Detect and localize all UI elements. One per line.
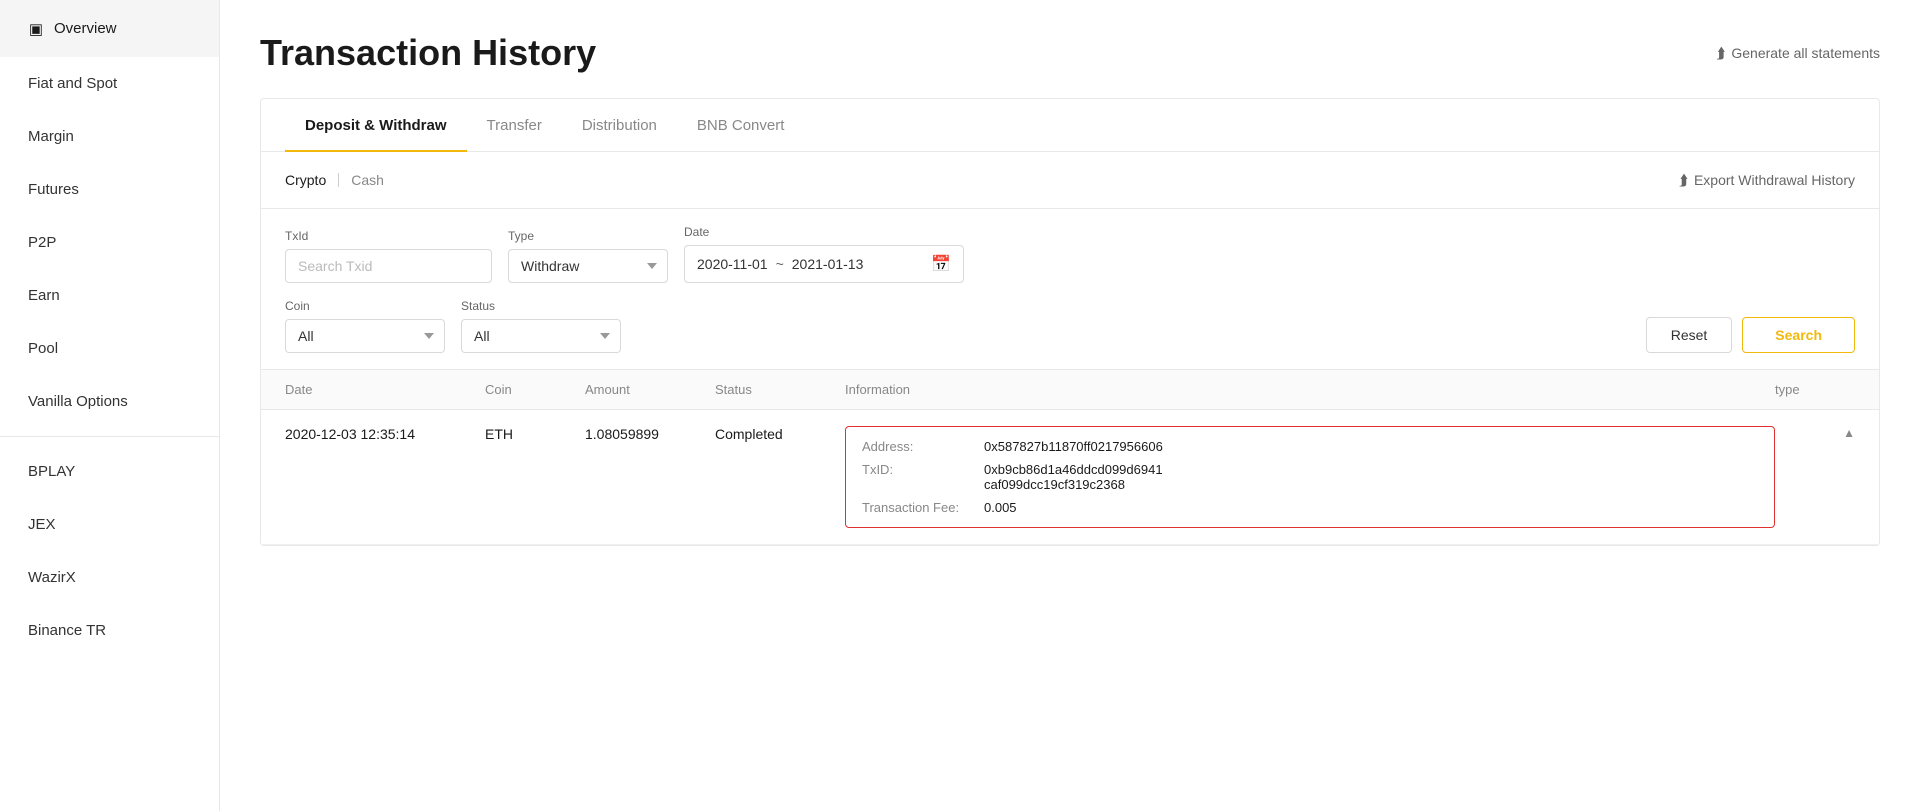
fee-value: 0.005 bbox=[984, 500, 1017, 515]
header-status: Status bbox=[715, 382, 845, 397]
sidebar-item-jex[interactable]: JEX bbox=[0, 498, 219, 551]
main-tabs: Deposit & Withdraw Transfer Distribution… bbox=[261, 99, 1879, 152]
cell-date: 2020-12-03 12:35:14 bbox=[285, 426, 485, 442]
sidebar-item-wazirx[interactable]: WazirX bbox=[0, 551, 219, 604]
coin-label: Coin bbox=[285, 299, 445, 313]
cell-info: Address: 0x587827b11870ff0217956606 TxID… bbox=[845, 426, 1775, 528]
info-row-txid: TxID: 0xb9cb86d1a46ddcd099d6941 caf099dc… bbox=[862, 462, 1758, 492]
sidebar-item-overview[interactable]: ▣ Overview bbox=[0, 0, 219, 57]
calendar-icon[interactable]: 📅 bbox=[931, 254, 951, 274]
sub-tab-crypto[interactable]: Crypto bbox=[285, 168, 326, 192]
cell-status: Completed bbox=[715, 426, 845, 442]
header-information: Information bbox=[845, 382, 1775, 397]
cell-expand[interactable]: ▲ bbox=[1775, 426, 1855, 440]
main-content: Transaction History ⮭ Generate all state… bbox=[220, 0, 1920, 811]
tab-transfer[interactable]: Transfer bbox=[467, 99, 562, 152]
info-row-fee: Transaction Fee: 0.005 bbox=[862, 500, 1758, 515]
page-title: Transaction History bbox=[260, 32, 596, 74]
date-from: 2020-11-01 bbox=[697, 256, 768, 272]
filter-row-2: Coin All ETH BTC BNB Status All Complete… bbox=[285, 299, 1855, 353]
type-label: Type bbox=[508, 229, 668, 243]
txid-input[interactable] bbox=[285, 249, 492, 283]
tab-bnb-convert[interactable]: BNB Convert bbox=[677, 99, 805, 152]
sidebar-item-pool[interactable]: Pool bbox=[0, 322, 219, 375]
filters: TxId Type Withdraw Deposit Date 2020-11-… bbox=[261, 209, 1879, 370]
overview-icon: ▣ bbox=[28, 21, 44, 37]
sub-tabs: Crypto Cash ⮭ Export Withdrawal History bbox=[261, 152, 1879, 209]
sidebar-divider bbox=[0, 436, 219, 437]
table-header: Date Coin Amount Status Information type bbox=[261, 370, 1879, 410]
sidebar-item-futures[interactable]: Futures bbox=[0, 163, 219, 216]
page-header: Transaction History ⮭ Generate all state… bbox=[260, 32, 1880, 74]
date-filter-group: Date 2020-11-01 ~ 2021-01-13 📅 bbox=[684, 225, 964, 283]
generate-statements-label: Generate all statements bbox=[1731, 45, 1880, 61]
export-withdrawal-btn[interactable]: ⮭ Export Withdrawal History bbox=[1679, 172, 1855, 189]
generate-statements-link[interactable]: ⮭ Generate all statements bbox=[1716, 45, 1880, 62]
info-box: Address: 0x587827b11870ff0217956606 TxID… bbox=[845, 426, 1775, 528]
type-select[interactable]: Withdraw Deposit bbox=[508, 249, 668, 283]
header-type: type bbox=[1775, 382, 1855, 397]
cell-amount: 1.08059899 bbox=[585, 426, 715, 442]
txid-value: 0xb9cb86d1a46ddcd099d6941 caf099dcc19cf3… bbox=[984, 462, 1163, 492]
reset-button[interactable]: Reset bbox=[1646, 317, 1733, 353]
export-icon: ⮭ bbox=[1679, 172, 1688, 189]
content-card: Deposit & Withdraw Transfer Distribution… bbox=[260, 98, 1880, 546]
sub-tab-divider bbox=[338, 173, 339, 187]
table-row: 2020-12-03 12:35:14 ETH 1.08059899 Compl… bbox=[261, 410, 1879, 545]
header-date: Date bbox=[285, 382, 485, 397]
sidebar-item-p2p[interactable]: P2P bbox=[0, 216, 219, 269]
sidebar-item-margin[interactable]: Margin bbox=[0, 110, 219, 163]
external-link-icon: ⮭ bbox=[1716, 45, 1725, 62]
sub-tab-cash[interactable]: Cash bbox=[351, 168, 384, 192]
info-row-address: Address: 0x587827b11870ff0217956606 bbox=[862, 439, 1758, 454]
tab-deposit-withdraw[interactable]: Deposit & Withdraw bbox=[285, 99, 467, 152]
status-filter-group: Status All Completed Pending Failed bbox=[461, 299, 621, 353]
type-filter-group: Type Withdraw Deposit bbox=[508, 229, 668, 283]
sidebar-item-earn[interactable]: Earn bbox=[0, 269, 219, 322]
tab-distribution[interactable]: Distribution bbox=[562, 99, 677, 152]
sidebar-item-bplay[interactable]: BPLAY bbox=[0, 445, 219, 498]
address-value: 0x587827b11870ff0217956606 bbox=[984, 439, 1163, 454]
header-amount: Amount bbox=[585, 382, 715, 397]
filter-actions: Reset Search bbox=[1646, 317, 1855, 353]
sidebar-item-fiat-and-spot[interactable]: Fiat and Spot bbox=[0, 57, 219, 110]
date-to: 2021-01-13 bbox=[792, 256, 864, 272]
status-select[interactable]: All Completed Pending Failed bbox=[461, 319, 621, 353]
coin-select[interactable]: All ETH BTC BNB bbox=[285, 319, 445, 353]
fee-label: Transaction Fee: bbox=[862, 500, 972, 515]
chevron-up-icon[interactable]: ▲ bbox=[1843, 426, 1855, 440]
date-range-picker[interactable]: 2020-11-01 ~ 2021-01-13 📅 bbox=[684, 245, 964, 283]
status-label: Status bbox=[461, 299, 621, 313]
date-tilde: ~ bbox=[776, 256, 784, 272]
search-button[interactable]: Search bbox=[1742, 317, 1855, 353]
date-label: Date bbox=[684, 225, 964, 239]
coin-filter-group: Coin All ETH BTC BNB bbox=[285, 299, 445, 353]
txid-filter-group: TxId bbox=[285, 229, 492, 283]
sidebar-item-vanilla-options[interactable]: Vanilla Options bbox=[0, 375, 219, 428]
txid-label-cell: TxID: bbox=[862, 462, 972, 477]
address-label: Address: bbox=[862, 439, 972, 454]
txid-label: TxId bbox=[285, 229, 492, 243]
sidebar-item-binance-tr[interactable]: Binance TR bbox=[0, 604, 219, 657]
cell-coin: ETH bbox=[485, 426, 585, 442]
sidebar: ▣ Overview Fiat and Spot Margin Futures … bbox=[0, 0, 220, 811]
header-coin: Coin bbox=[485, 382, 585, 397]
